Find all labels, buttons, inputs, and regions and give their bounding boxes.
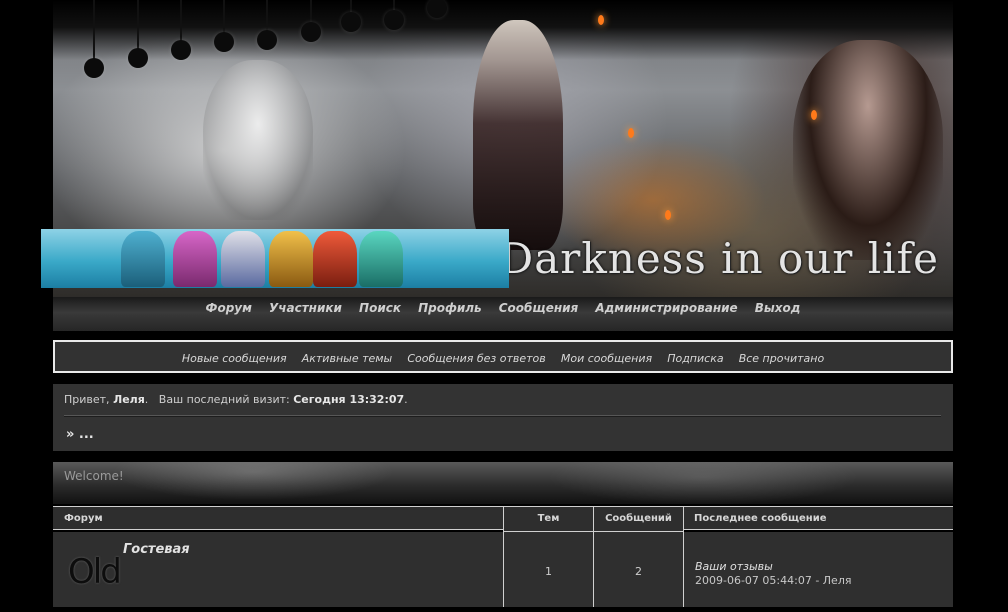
ad-character (269, 231, 313, 287)
hanging-lamp (171, 0, 191, 60)
forum-link-guestbook[interactable]: Гостевая (123, 542, 190, 557)
category-bar: Welcome! (53, 462, 953, 504)
fire-spark (665, 210, 671, 220)
subnav-subscriptions[interactable]: Подписка (667, 344, 723, 373)
advertisement-banner[interactable] (41, 229, 509, 288)
hanging-lamp (257, 0, 277, 50)
subnav-my-posts[interactable]: Мои сообщения (561, 344, 652, 373)
forum-logo: Old (68, 552, 122, 592)
post-count: 2 (594, 532, 683, 607)
ad-character (221, 231, 265, 287)
center-figure (473, 20, 563, 250)
column-divider (683, 506, 684, 607)
header-last-post: Последнее сообщение (684, 506, 953, 530)
topic-count: 1 (504, 532, 593, 607)
column-divider (593, 506, 594, 607)
last-post-topic-link[interactable]: Ваши отзывы (695, 560, 773, 573)
subnav-active-topics[interactable]: Активные темы (302, 344, 393, 373)
right-figure (793, 40, 943, 260)
ad-character (359, 231, 403, 287)
ad-character (121, 231, 165, 287)
hanging-lamp (84, 0, 104, 78)
sub-navigation: Новые сообщения Активные темы Сообщения … (53, 340, 953, 373)
nav-members[interactable]: Участники (269, 301, 342, 315)
last-post-meta: 2009-06-07 05:44:07 - Леля (695, 574, 852, 587)
table-row: Old Гостевая (53, 532, 503, 607)
hanging-lamp (384, 0, 404, 30)
header-posts: Сообщений (594, 506, 683, 532)
header-topics: Тем (504, 506, 593, 532)
breadcrumb[interactable]: » ... (66, 427, 94, 442)
greeting-line: Привет, Леля. Ваш последний визит: Сегод… (64, 393, 408, 406)
divider (64, 415, 941, 417)
nav-administration[interactable]: Администрирование (595, 301, 737, 315)
subnav-new-posts[interactable]: Новые сообщения (182, 344, 287, 373)
main-navigation: Форум Участники Поиск Профиль Сообщения … (53, 297, 953, 331)
header-forum: Форум (53, 506, 503, 530)
fire-spark (598, 15, 604, 25)
hanging-lamp (214, 0, 234, 52)
nav-search[interactable]: Поиск (359, 301, 401, 315)
hanging-lamp (341, 0, 361, 32)
ad-character (173, 231, 217, 287)
subnav-unanswered[interactable]: Сообщения без ответов (407, 344, 545, 373)
username[interactable]: Леля (113, 393, 145, 406)
nav-messages[interactable]: Сообщения (499, 301, 578, 315)
greeting-prefix: Привет, (64, 393, 110, 406)
site-title: Darkness in our life (499, 234, 939, 283)
ad-character (313, 231, 357, 287)
hanging-lamp (128, 0, 148, 68)
last-post-cell: Ваши отзывы 2009-06-07 05:44:07 - Леля (684, 532, 953, 607)
last-visit-value: Сегодня 13:32:07 (293, 393, 405, 406)
fire-spark (811, 110, 817, 120)
last-visit-label: Ваш последний визит: (158, 393, 290, 406)
subnav-mark-all-read[interactable]: Все прочитано (739, 344, 824, 373)
hanging-lamp (301, 0, 321, 42)
nav-profile[interactable]: Профиль (418, 301, 482, 315)
nav-logout[interactable]: Выход (755, 301, 801, 315)
category-title: Welcome! (64, 469, 124, 483)
column-divider (503, 506, 504, 607)
fire-spark (628, 128, 634, 138)
nav-forum[interactable]: Форум (206, 301, 252, 315)
welcome-panel: Привет, Леля. Ваш последний визит: Сегод… (53, 384, 953, 451)
violinist-figure (203, 60, 313, 220)
